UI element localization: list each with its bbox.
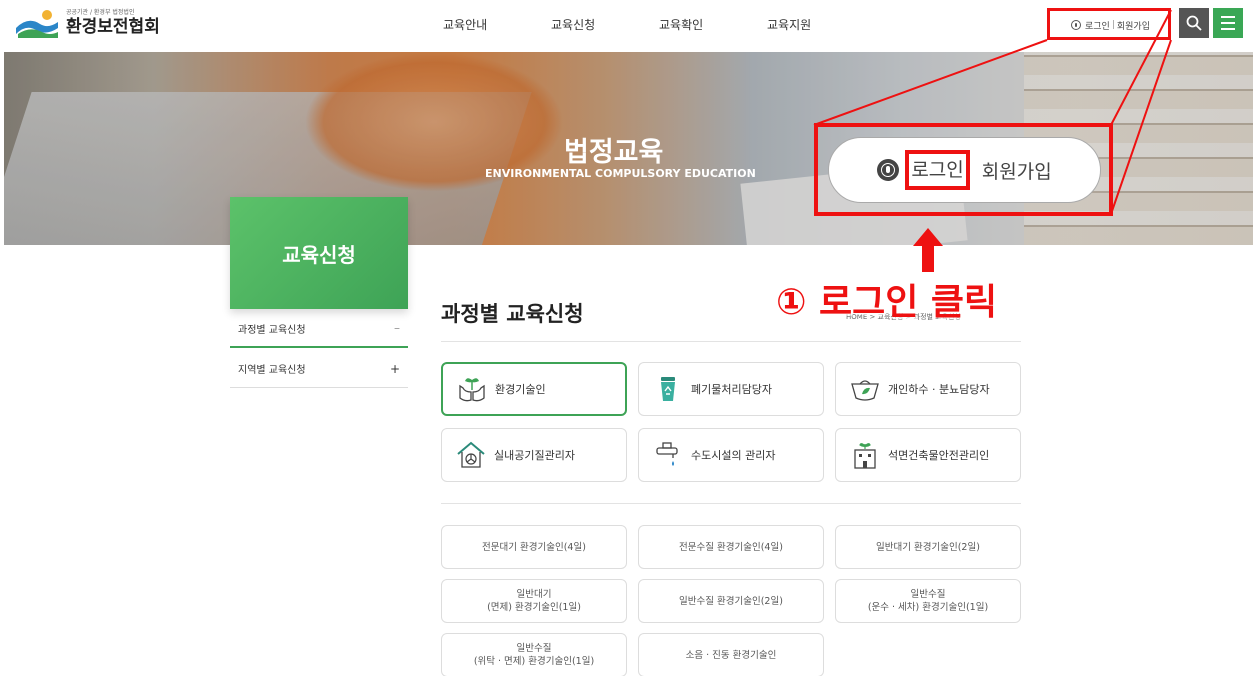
step-instruction: ① 로그인 클릭	[776, 282, 998, 323]
sidebar-title-text: 교육신청	[282, 242, 356, 267]
zoom-login-link[interactable]: 로그인	[905, 150, 970, 190]
site-logo[interactable]: 공공기관 / 환경부 법정법인 환경보전협회	[14, 6, 160, 40]
search-icon	[1186, 15, 1202, 31]
nav-education-support[interactable]: 교육지원	[767, 16, 811, 33]
nav-education-apply[interactable]: 교육신청	[551, 16, 595, 33]
course-button[interactable]: 소음 · 진동 환경기술인	[638, 633, 824, 676]
zoom-login-pill: 로그인 회원가입	[828, 137, 1101, 203]
course-button[interactable]: 일반수질 환경기술인(2일)	[638, 579, 824, 623]
menu-button[interactable]	[1213, 8, 1243, 38]
hamburger-icon	[1221, 16, 1235, 18]
banner-subtitle: ENVIRONMENTAL COMPULSORY EDUCATION	[485, 167, 756, 180]
house-fan-icon	[457, 441, 485, 468]
logo-subtitle: 공공기관 / 환경부 법정법인	[66, 9, 135, 16]
tank-leaf-icon	[851, 380, 879, 401]
category-card-sewage-manager[interactable]: 개인하수 · 분뇨담당자	[835, 362, 1021, 416]
search-button[interactable]	[1179, 8, 1209, 38]
logo-name: 환경보전협회	[66, 17, 160, 37]
sidebar-item-label: 지역별 교육신청	[238, 365, 306, 376]
faucet-icon	[656, 442, 678, 466]
course-button[interactable]: 일반수질 (운수 · 세차) 환경기술인(1일)	[835, 579, 1021, 623]
nav-education-check[interactable]: 교육확인	[659, 16, 703, 33]
sidebar-item-course-apply[interactable]: 과정별 교육신청 –	[230, 310, 408, 348]
hands-plant-icon	[459, 378, 485, 402]
category-card-env-engineer[interactable]: 환경기술인	[441, 362, 627, 416]
category-card-water-facility-manager[interactable]: 수도시설의 관리자	[638, 428, 824, 482]
hamburger-bar	[1221, 28, 1235, 30]
course-button[interactable]: 일반수질 (위탁 · 면제) 환경기술인(1일)	[441, 633, 627, 676]
collapse-icon: –	[394, 321, 400, 335]
login-highlight-box	[1047, 8, 1171, 40]
category-label: 개인하수 · 분뇨담당자	[888, 383, 990, 396]
arrow-up-icon	[913, 228, 943, 272]
hamburger-bar	[1221, 22, 1235, 24]
category-label: 환경기술인	[495, 383, 546, 396]
course-button[interactable]: 일반대기 환경기술인(2일)	[835, 525, 1021, 569]
logo-mark-icon	[16, 10, 58, 38]
category-label: 실내공기질관리자	[494, 449, 575, 462]
category-label: 폐기물처리담당자	[691, 383, 772, 396]
category-card-indoor-air-manager[interactable]: 실내공기질관리자	[441, 428, 627, 482]
sidebar-item-region-apply[interactable]: 지역별 교육신청 +	[230, 350, 408, 388]
building-plant-icon	[854, 443, 876, 469]
banner-title: 법정교육	[564, 137, 664, 168]
sidebar-item-label: 과정별 교육신청	[238, 324, 306, 336]
category-label: 석면건축물안전관리인	[888, 449, 990, 462]
category-label: 수도시설의 관리자	[691, 449, 776, 462]
category-card-waste-manager[interactable]: 폐기물처리담당자	[638, 362, 824, 416]
divider	[441, 503, 1021, 504]
category-card-asbestos-manager[interactable]: 석면건축물안전관리인	[835, 428, 1021, 482]
zoom-callout: 로그인 회원가입	[814, 123, 1113, 216]
divider	[441, 341, 1021, 342]
course-button[interactable]: 전문수질 환경기술인(4일)	[638, 525, 824, 569]
expand-icon: +	[389, 361, 400, 376]
recycle-bin-icon	[661, 377, 675, 401]
course-button[interactable]: 일반대기 (면제) 환경기술인(1일)	[441, 579, 627, 623]
page-title: 과정별 교육신청	[441, 302, 584, 326]
person-icon	[877, 159, 900, 181]
nav-education-info[interactable]: 교육안내	[443, 16, 487, 33]
zoom-join-link[interactable]: 회원가입	[982, 157, 1052, 184]
course-button[interactable]: 전문대기 환경기술인(4일)	[441, 525, 627, 569]
sidebar-title: 교육신청	[230, 197, 408, 309]
